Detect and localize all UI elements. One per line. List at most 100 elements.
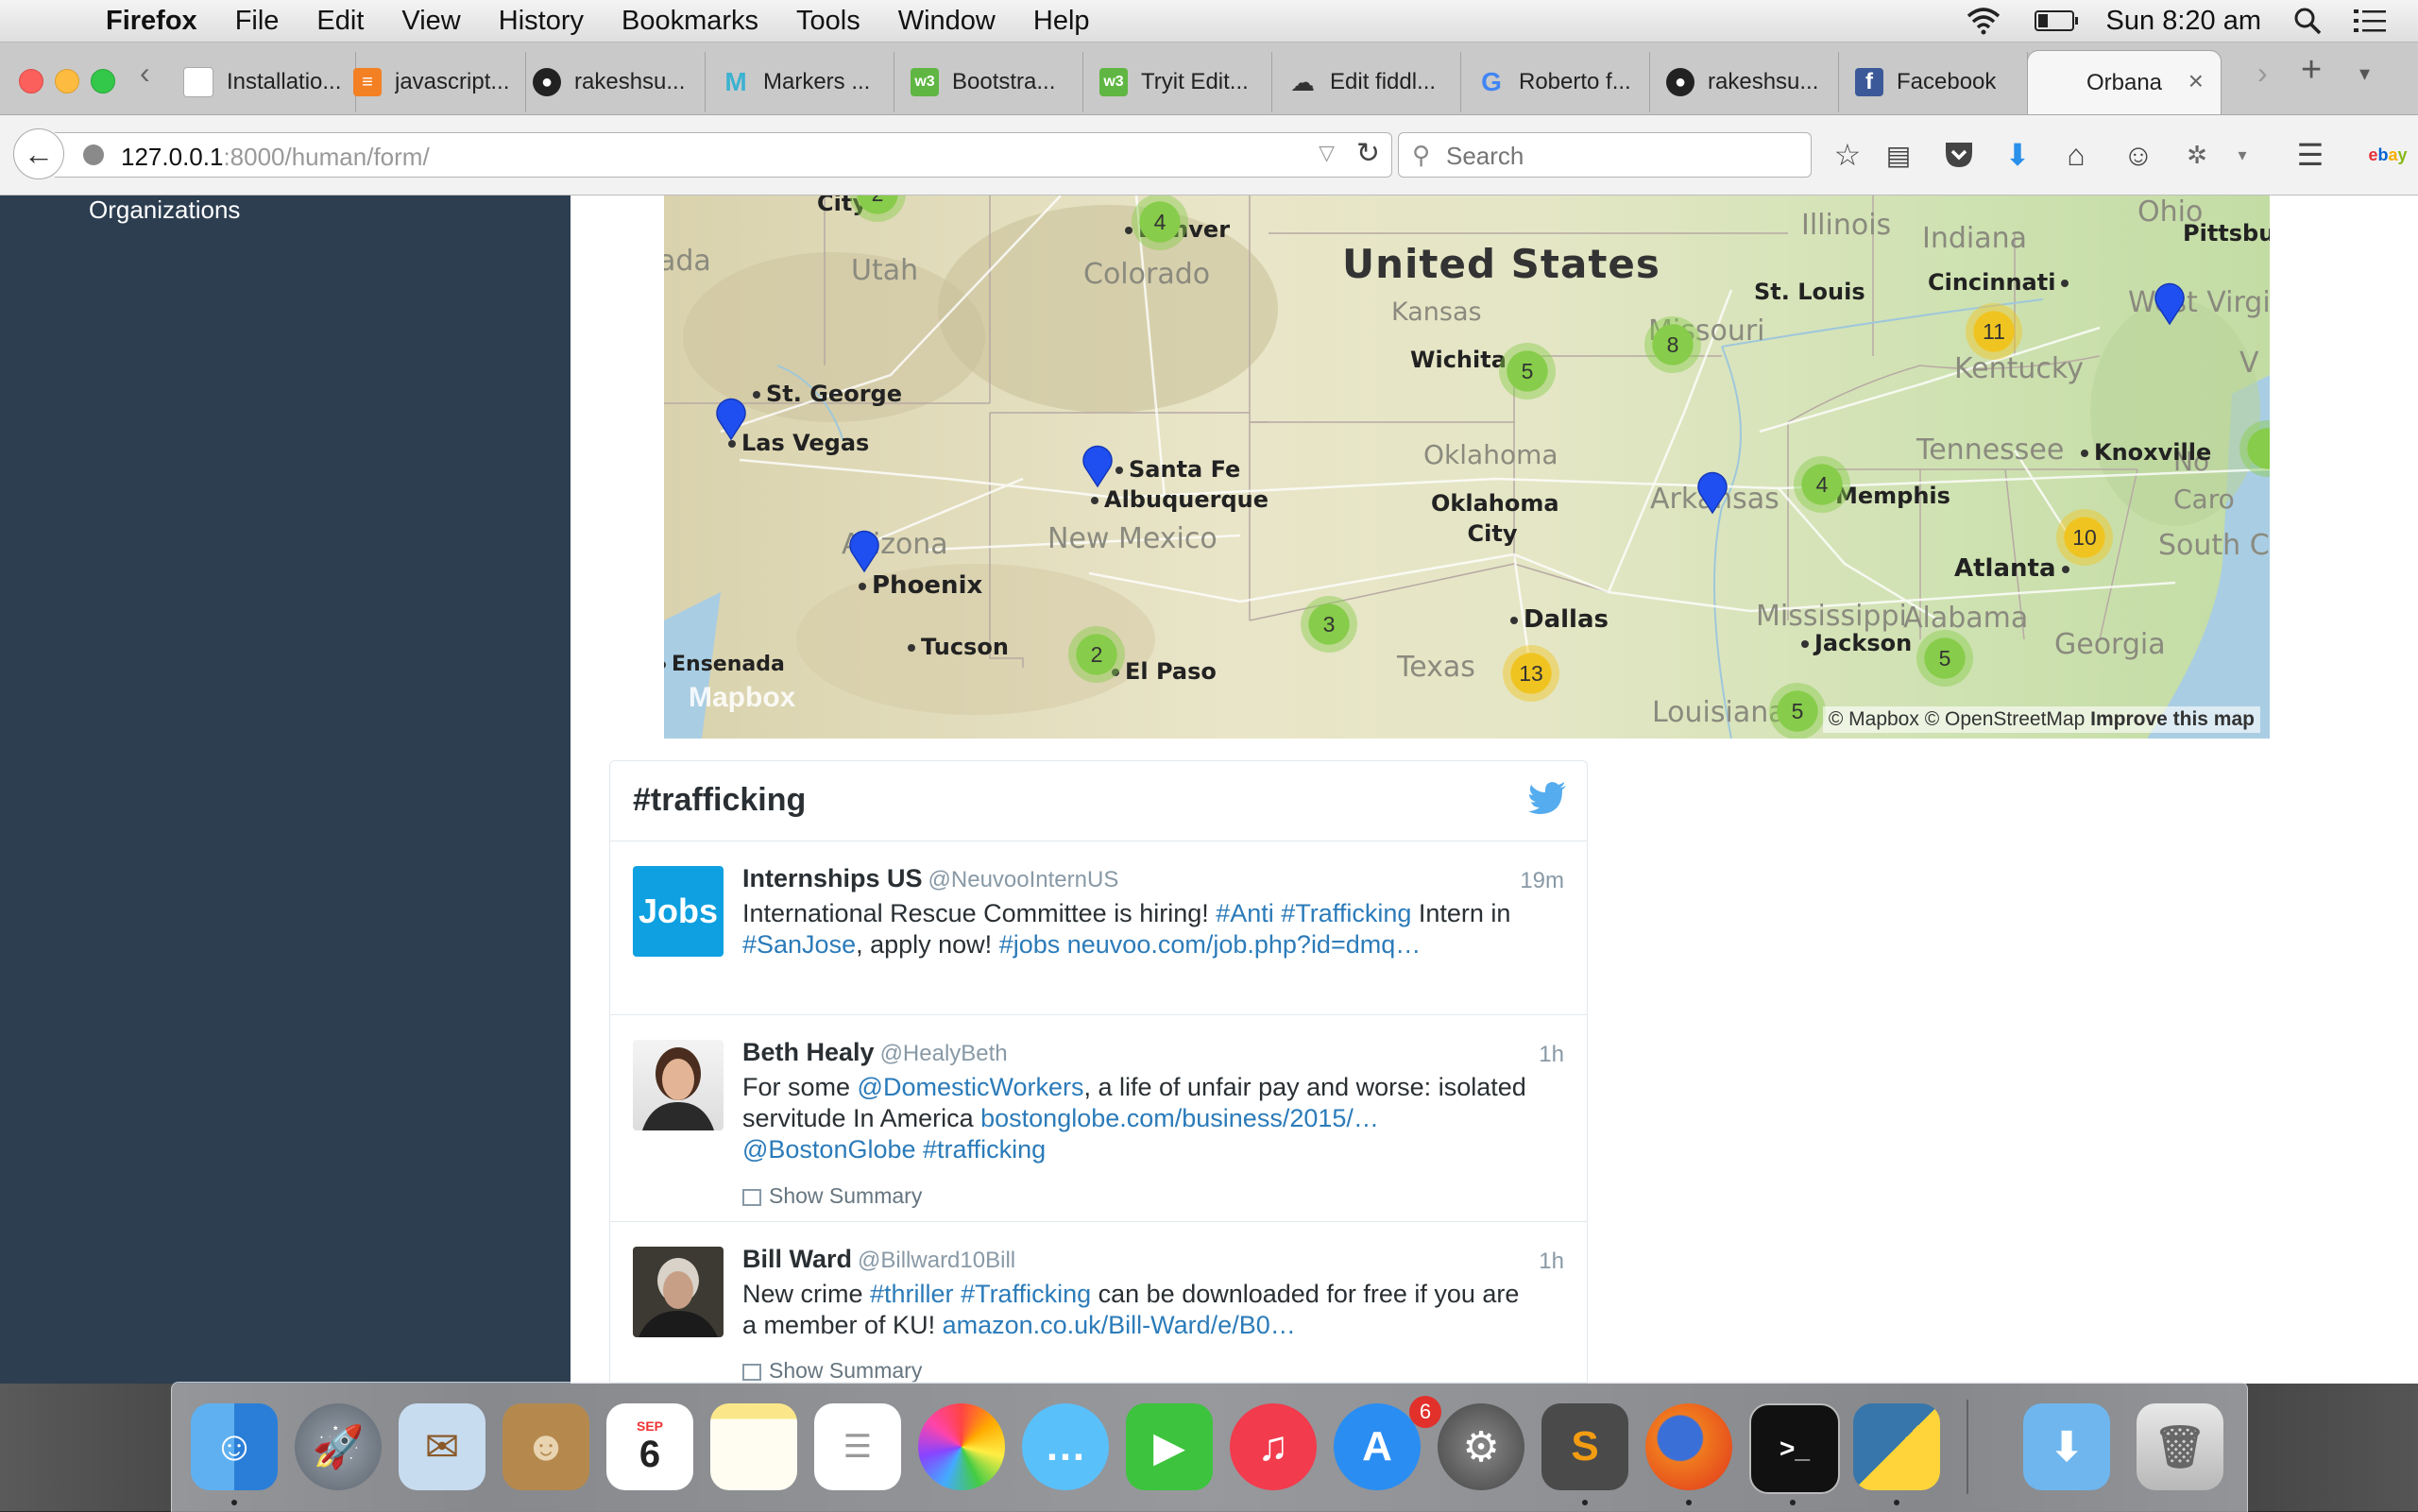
map-cluster[interactable]: 3: [1301, 596, 1357, 653]
twitter-bird-icon[interactable]: [1528, 782, 1566, 814]
firebug-icon[interactable]: ✲: [2178, 136, 2216, 174]
dock-sublime-text-icon[interactable]: S: [1541, 1403, 1628, 1490]
tweet-handle[interactable]: @HealyBeth: [880, 1041, 1008, 1066]
list-all-tabs-icon[interactable]: ▾: [2359, 61, 2370, 86]
tab-tryit-editor[interactable]: w3 Tryit Edit...: [1088, 52, 1272, 112]
map-cluster[interactable]: 13: [1503, 645, 1559, 702]
tab-bootstrap[interactable]: w3 Bootstra...: [899, 52, 1083, 112]
hashtag-link[interactable]: #Trafficking: [961, 1280, 1091, 1308]
notification-center-icon[interactable]: [2354, 8, 2386, 34]
dock-itunes-icon[interactable]: ♫: [1230, 1403, 1317, 1490]
tab-scroll-right-icon[interactable]: ›: [2257, 56, 2268, 91]
hashtag-link[interactable]: #Trafficking: [1281, 899, 1411, 927]
new-tab-icon[interactable]: +: [2301, 50, 2322, 91]
dock-app-store-icon[interactable]: A: [1334, 1403, 1421, 1490]
show-summary-link[interactable]: Show Summary: [742, 1183, 922, 1209]
tweet-avatar[interactable]: Jobs: [633, 866, 724, 957]
map-marker-pin-icon[interactable]: [1081, 445, 1114, 488]
url-text[interactable]: 127.0.0.1:8000/human/form/: [121, 143, 430, 172]
map-marker-pin-icon[interactable]: [2154, 282, 2186, 326]
reload-icon[interactable]: ↻: [1356, 137, 1380, 170]
menu-view[interactable]: View: [401, 6, 460, 37]
sidebar-item-organizations[interactable]: Organizations: [89, 195, 240, 225]
dock-terminal-icon[interactable]: >_: [1749, 1403, 1840, 1494]
menu-app-firefox[interactable]: Firefox: [106, 6, 197, 37]
ebay-icon[interactable]: ebay: [2367, 136, 2409, 174]
tweet-handle[interactable]: @NeuvooInternUS: [928, 867, 1119, 892]
tab-facebook[interactable]: f Facebook: [1844, 52, 2028, 112]
dock-mail-icon[interactable]: ✉: [399, 1403, 485, 1490]
tab-installation[interactable]: Installatio...: [172, 52, 356, 112]
map-cluster[interactable]: 4: [1794, 456, 1850, 513]
hashtag-link[interactable]: #trafficking: [923, 1135, 1046, 1164]
search-bar[interactable]: ⚲: [1398, 132, 1812, 178]
tab-markers[interactable]: M Markers ...: [710, 52, 894, 112]
tweet-avatar[interactable]: [633, 1247, 724, 1337]
reading-list-icon[interactable]: ▤: [1880, 136, 1917, 174]
improve-this-map-link[interactable]: Improve this map: [2090, 708, 2255, 730]
back-button[interactable]: ←: [13, 128, 64, 179]
dock-firefox-icon[interactable]: [1645, 1403, 1732, 1490]
dock-system-preferences-icon[interactable]: ⚙: [1438, 1403, 1524, 1490]
downloads-icon[interactable]: ⬇: [1999, 136, 2036, 174]
tweet-timestamp[interactable]: 1h: [1539, 1042, 1564, 1068]
show-summary-link[interactable]: Show Summary: [742, 1358, 922, 1383]
map-cluster[interactable]: 4: [1132, 195, 1188, 250]
battery-icon[interactable]: [2034, 10, 2078, 31]
map-cluster[interactable]: 5: [1769, 683, 1826, 739]
minimize-window-button[interactable]: [55, 69, 79, 93]
map-cluster[interactable]: 10: [2056, 509, 2113, 566]
url-history-dropdown-icon[interactable]: ▽: [1319, 141, 1335, 165]
home-icon[interactable]: ⌂: [2057, 136, 2095, 174]
menu-bookmarks[interactable]: Bookmarks: [622, 6, 758, 37]
map-marker-pin-icon[interactable]: [848, 530, 880, 573]
menu-edit[interactable]: Edit: [316, 6, 364, 37]
map-cluster[interactable]: 2: [1068, 626, 1125, 683]
tweet-author[interactable]: Bill Ward @Billward10Bill: [742, 1245, 1015, 1274]
dock-downloads-folder-icon[interactable]: ⬇: [2023, 1403, 2110, 1490]
map-cluster[interactable]: 5: [1499, 343, 1556, 399]
tab-jsfiddle[interactable]: ☁ Edit fiddl...: [1277, 52, 1461, 112]
hashtag-link[interactable]: #jobs: [999, 930, 1061, 959]
mention-link[interactable]: @BostonGlobe: [742, 1135, 916, 1164]
map-attribution-text[interactable]: © Mapbox © OpenStreetMap: [1829, 708, 2085, 730]
map-marker-pin-icon[interactable]: [1696, 471, 1728, 515]
url-bar[interactable]: 127.0.0.1:8000/human/form/ ▽ ↻: [55, 132, 1392, 178]
tab-orbana-active[interactable]: Orbana ×: [2027, 50, 2222, 114]
dock-finder-icon[interactable]: ☺: [191, 1403, 278, 1490]
mapbox-map[interactable]: ada Utah Colorado United States Kansas M…: [664, 195, 2270, 739]
map-cluster[interactable]: 8: [1644, 316, 1701, 373]
map-cluster[interactable]: 11: [1966, 303, 2022, 360]
menu-help[interactable]: Help: [1033, 6, 1090, 37]
tab-github-2[interactable]: ● rakeshsu...: [1655, 52, 1839, 112]
tweet-avatar[interactable]: [633, 1040, 724, 1130]
tweet-author[interactable]: Internships US @NeuvooInternUS: [742, 864, 1118, 893]
tweet[interactable]: Bill Ward @Billward10Bill 1h New crime #t…: [610, 1222, 1587, 1383]
site-identity-icon[interactable]: [83, 144, 104, 165]
dock-facetime-icon[interactable]: ▶: [1126, 1403, 1213, 1490]
dock-trash-icon[interactable]: 🗑: [2137, 1403, 2223, 1490]
menu-window[interactable]: Window: [898, 6, 996, 37]
mention-link[interactable]: @DomesticWorkers: [858, 1073, 1084, 1101]
dock-photos-icon[interactable]: [918, 1403, 1005, 1490]
hashtag-link[interactable]: #SanJose: [742, 930, 856, 959]
dock-reminders-icon[interactable]: ☰: [814, 1403, 901, 1490]
tweet-author[interactable]: Beth Healy @HealyBeth: [742, 1038, 1008, 1067]
url-link[interactable]: neuvoo.com/job.php?id=dmq…: [1067, 930, 1422, 959]
map-cluster[interactable]: 5: [1916, 630, 1973, 687]
dock-notes-icon[interactable]: [710, 1403, 797, 1490]
pocket-icon[interactable]: [1940, 136, 1978, 174]
tweet[interactable]: Jobs Internships US @NeuvooInternUS 19m I…: [610, 841, 1587, 1015]
url-link[interactable]: bostonglobe.com/business/2015/…: [980, 1104, 1379, 1132]
hello-chat-icon[interactable]: ☺: [2120, 136, 2157, 174]
dock-python-icon[interactable]: [1853, 1403, 1940, 1490]
hamburger-menu-icon[interactable]: ☰: [2291, 136, 2329, 174]
dock-calendar-icon[interactable]: SEP 6: [606, 1403, 693, 1490]
tab-scroll-left-icon[interactable]: ‹: [140, 56, 150, 91]
dock-messages-icon[interactable]: …: [1022, 1403, 1109, 1490]
spotlight-search-icon[interactable]: [2293, 7, 2322, 35]
menu-tools[interactable]: Tools: [796, 6, 860, 37]
tweet-timestamp[interactable]: 1h: [1539, 1249, 1564, 1275]
bookmark-star-icon[interactable]: ☆: [1829, 136, 1866, 174]
tab-github-1[interactable]: ● rakeshsu...: [521, 52, 706, 112]
